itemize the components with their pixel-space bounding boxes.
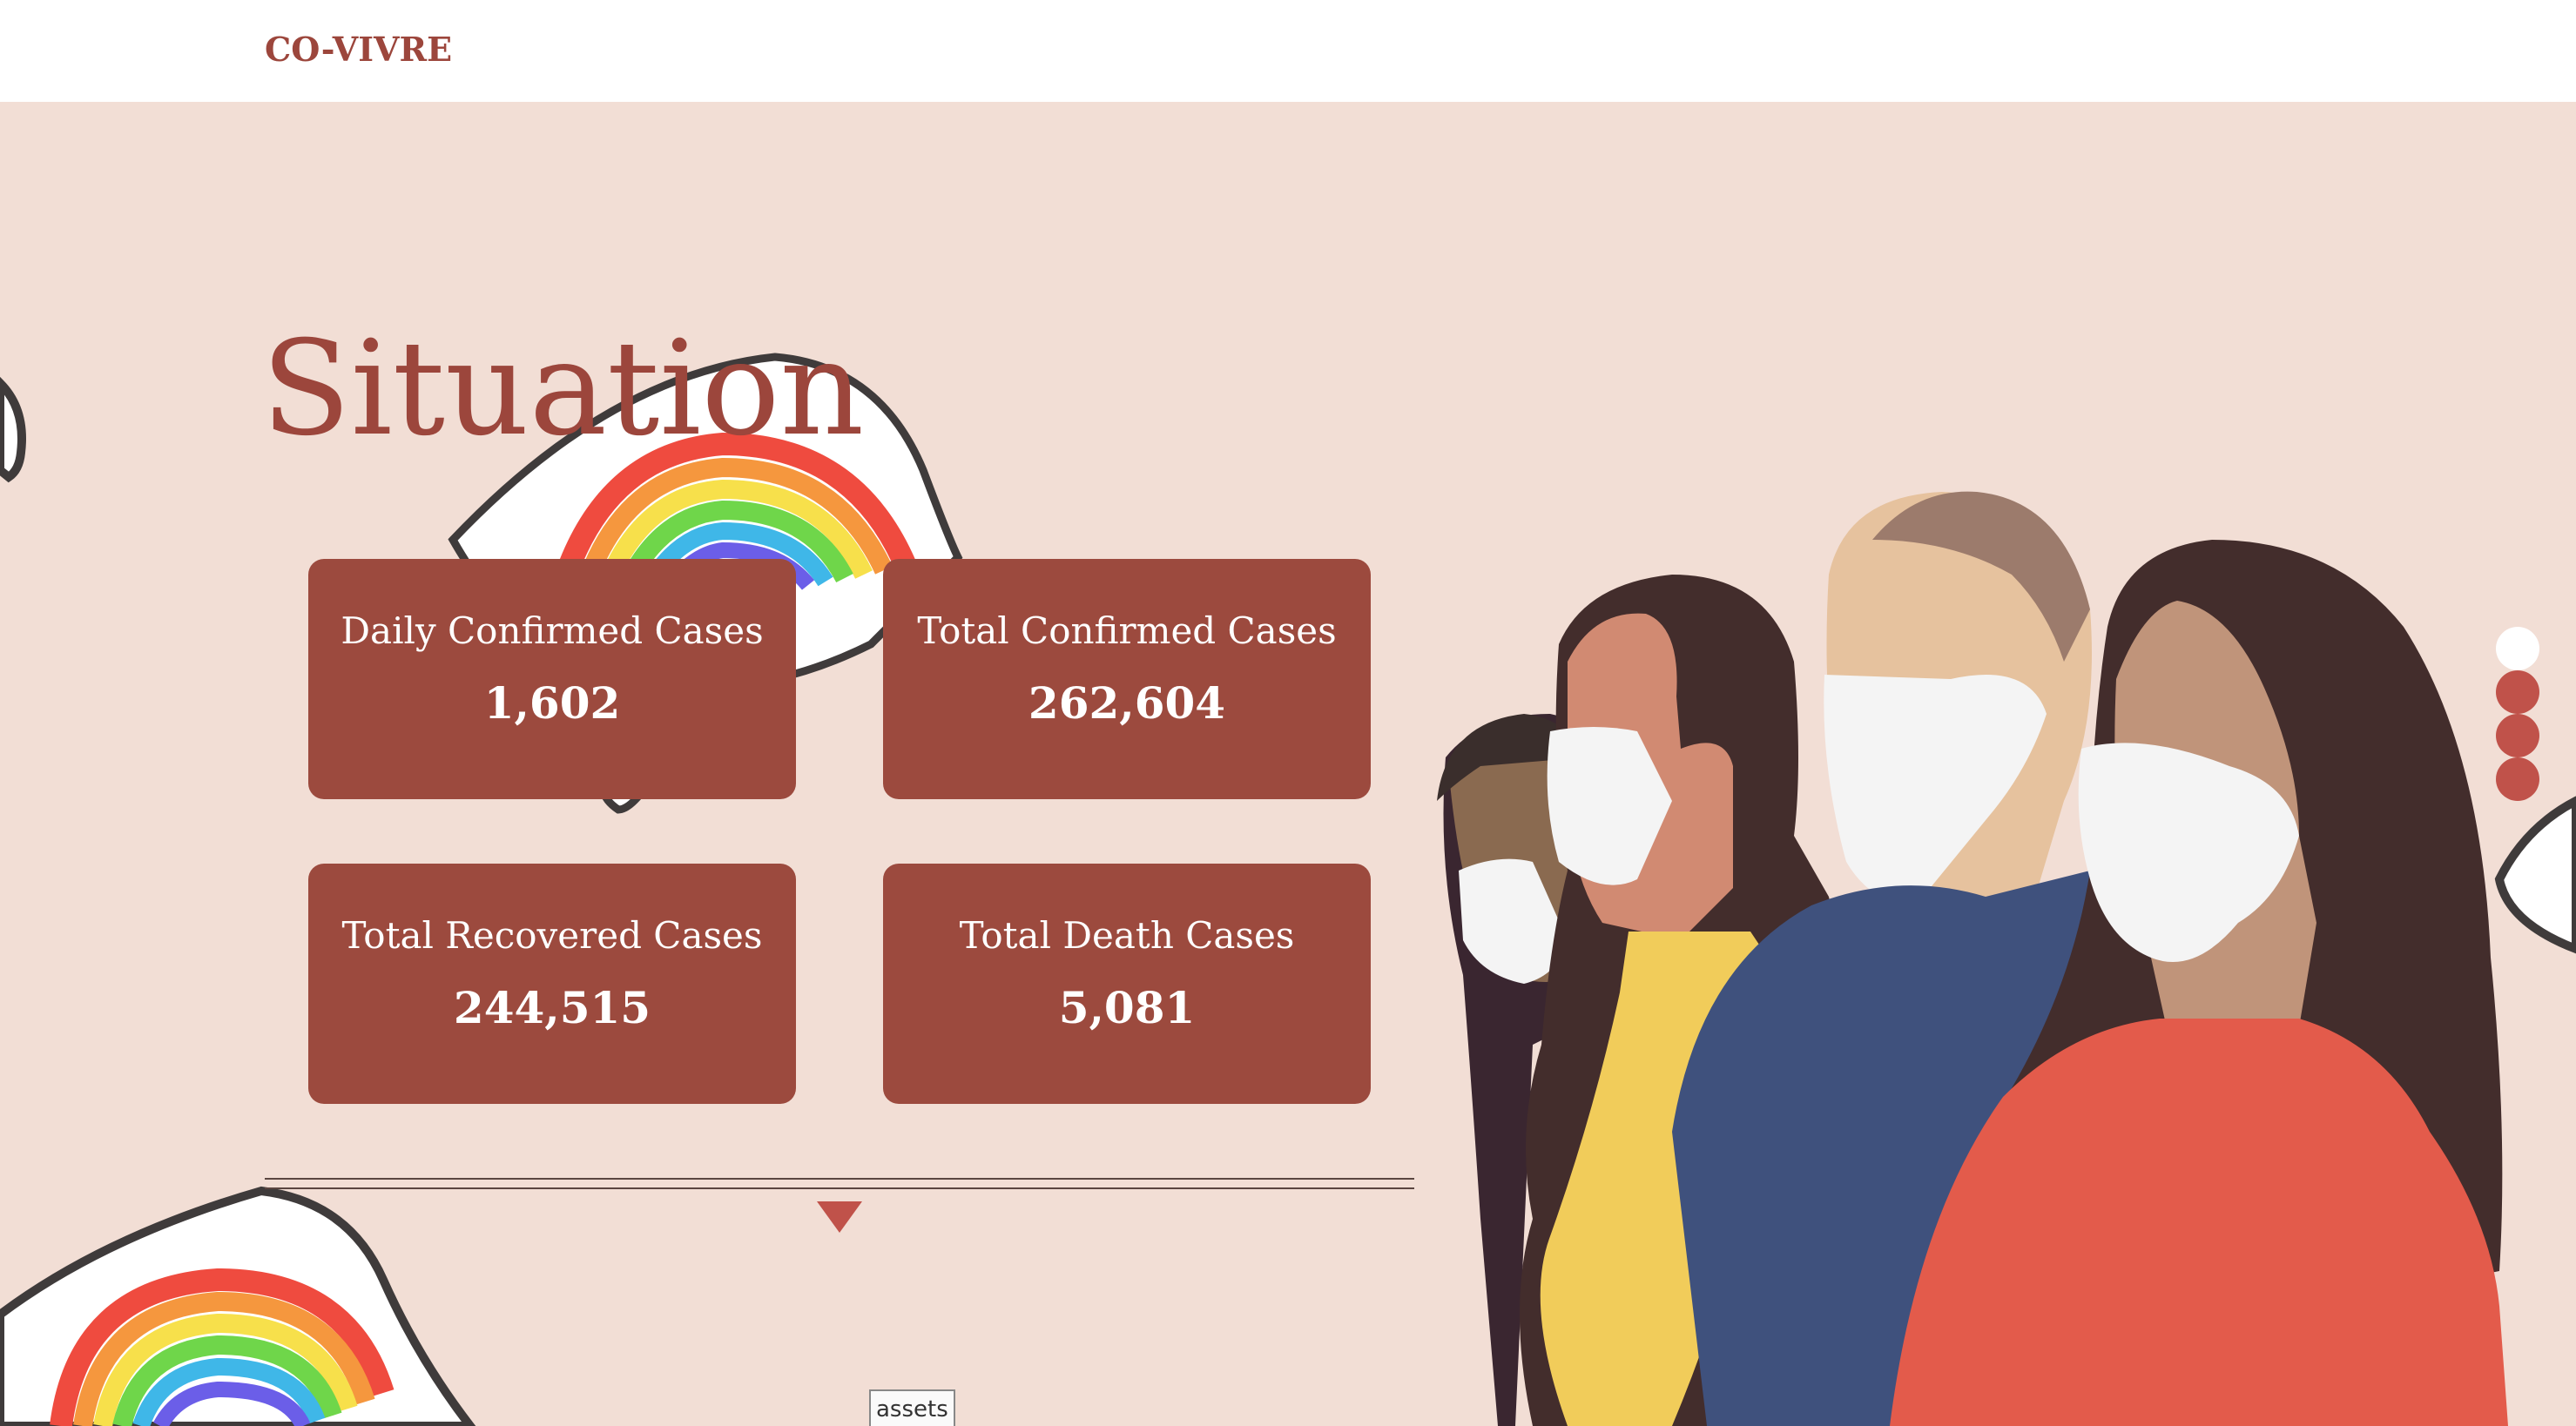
page-title: Situation xyxy=(261,313,865,465)
stat-card-value: 5,081 xyxy=(1058,982,1196,1033)
stat-card-daily-confirmed: Daily Confirmed Cases 1,602 xyxy=(308,559,796,799)
mask-right-edge-illustration xyxy=(2494,796,2576,954)
stat-card-total-confirmed: Total Confirmed Cases 262,604 xyxy=(883,559,1371,799)
assets-tag: assets xyxy=(869,1389,955,1426)
masked-people-illustration xyxy=(1437,491,2508,1426)
section-divider xyxy=(265,1187,1414,1189)
pagination-dot-1[interactable] xyxy=(2496,627,2539,670)
site-logo[interactable]: CO-VIVRE xyxy=(265,30,452,69)
pagination-dot-4[interactable] xyxy=(2496,757,2539,801)
stat-card-total-recovered: Total Recovered Cases 244,515 xyxy=(308,864,796,1104)
stat-card-label: Total Recovered Cases xyxy=(341,914,763,957)
stat-card-value: 1,602 xyxy=(483,677,621,729)
stat-card-label: Total Death Cases xyxy=(959,914,1295,957)
app-root: CO-VIVRE Situation Daily Confirmed Cases… xyxy=(0,0,2576,1426)
mask-left-edge-illustration xyxy=(0,376,26,483)
section-divider xyxy=(265,1178,1414,1180)
pagination-dot-3[interactable] xyxy=(2496,714,2539,757)
stat-card-label: Daily Confirmed Cases xyxy=(341,609,764,652)
pagination-dot-2[interactable] xyxy=(2496,670,2539,714)
section-pagination xyxy=(2496,627,2539,801)
stat-card-value: 262,604 xyxy=(1028,677,1226,729)
scroll-down-arrow-icon[interactable] xyxy=(817,1201,862,1233)
rainbow-mask-bottom-illustration xyxy=(0,1186,476,1426)
top-navbar: CO-VIVRE xyxy=(0,0,2576,102)
stat-card-total-deaths: Total Death Cases 5,081 xyxy=(883,864,1371,1104)
stat-card-value: 244,515 xyxy=(453,982,651,1033)
stat-card-label: Total Confirmed Cases xyxy=(917,609,1337,652)
